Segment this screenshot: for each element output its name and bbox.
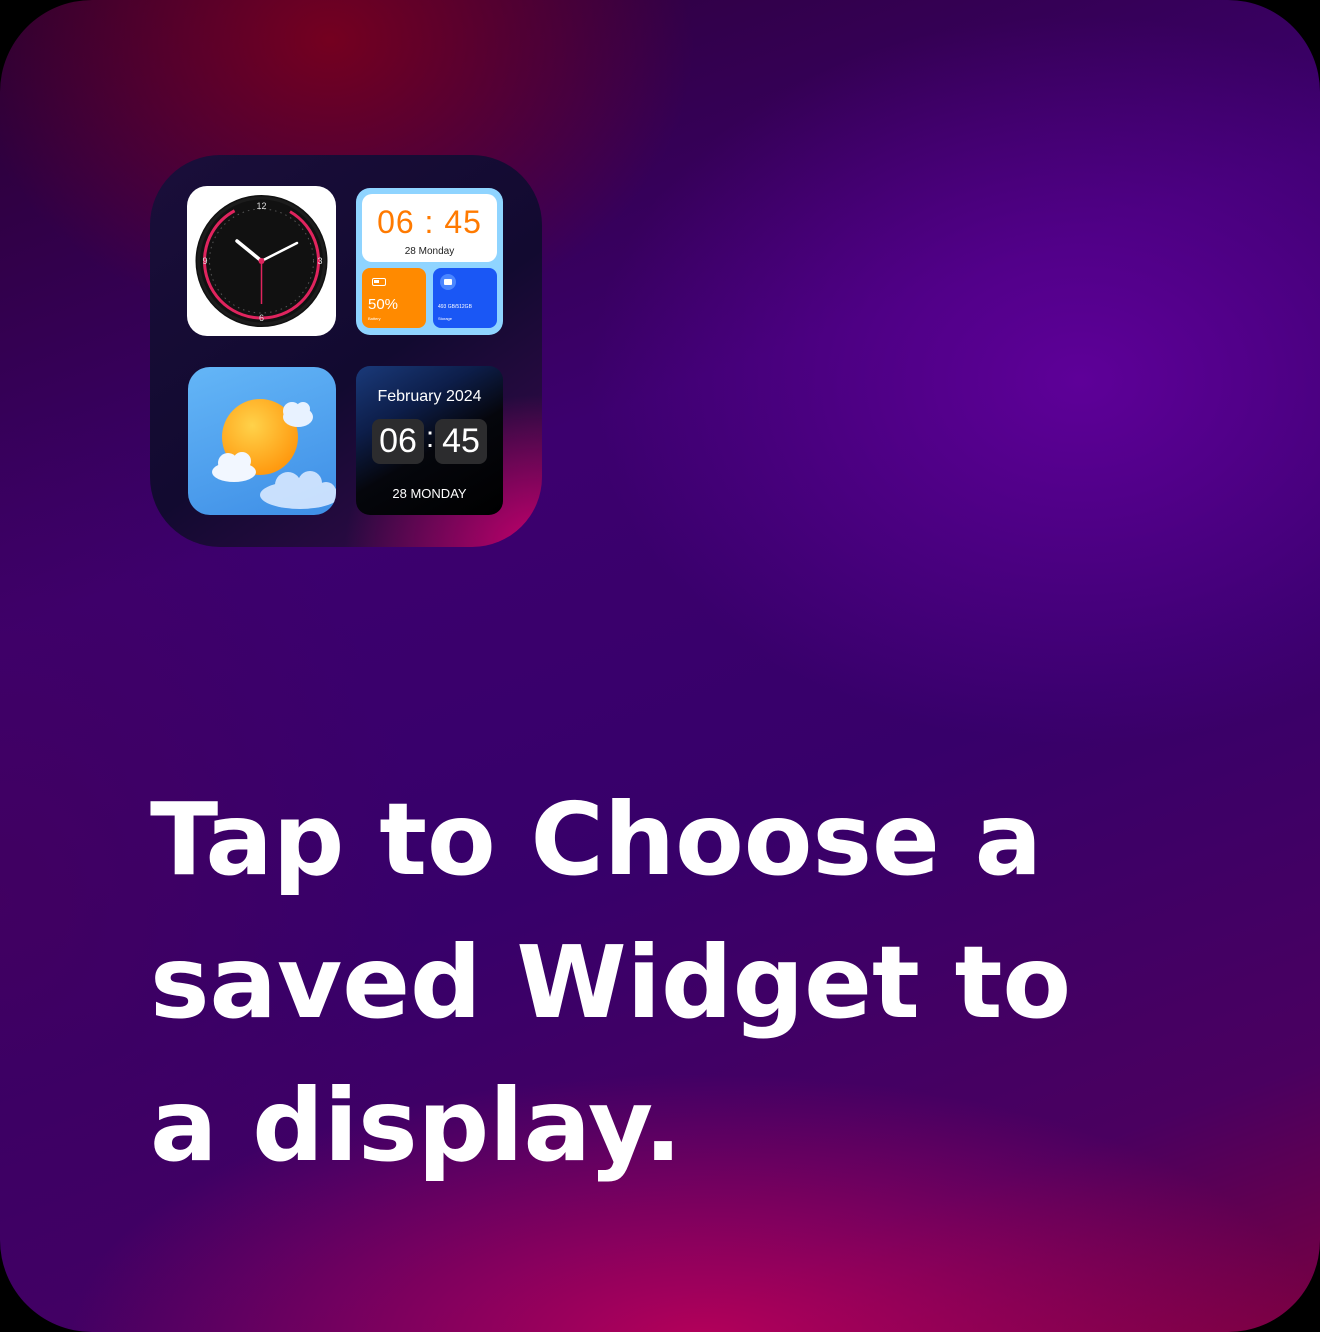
headline: Tap to Choose a saved Widget to a displa… [150, 781, 1072, 1184]
app-icon: 12 3 6 9 06 : 45 28 Monday 50% Battery 4… [150, 155, 542, 547]
weather-widget [188, 367, 336, 515]
digital-time: 06 : 45 [377, 204, 482, 240]
clock-numeral-12: 12 [256, 201, 266, 211]
sun-with-clouds-icon [212, 399, 336, 509]
storage-value: 493 GB/512GB [438, 304, 472, 310]
calendar-hour: 06 [372, 419, 424, 464]
battery-panel: 50% Battery [362, 268, 426, 328]
clock-numeral-3: 3 [317, 256, 322, 266]
analog-clock-widget: 12 3 6 9 [187, 186, 336, 336]
digital-time-widget: 06 : 45 28 Monday 50% Battery 493 GB/512… [356, 188, 503, 335]
onboarding-card: 12 3 6 9 06 : 45 28 Monday 50% Battery 4… [0, 0, 1320, 1332]
calendar-time-separator: : [425, 421, 435, 454]
battery-icon [372, 278, 386, 286]
analog-clock-face-icon: 12 3 6 9 [195, 195, 328, 327]
calendar-clock-widget: February 2024 06 : 45 28 MONDAY [356, 366, 503, 515]
battery-label: Battery [368, 316, 381, 321]
clock-numeral-9: 9 [202, 256, 207, 266]
calendar-day: 28 MONDAY [392, 486, 467, 501]
storage-label: Storage [438, 316, 453, 321]
storage-icon [440, 274, 456, 290]
storage-panel: 493 GB/512GB Storage [433, 268, 497, 328]
battery-percent: 50% [368, 296, 399, 313]
calendar-minute: 45 [435, 419, 487, 464]
digital-date: 28 Monday [404, 246, 455, 257]
calendar-month: February 2024 [377, 388, 482, 405]
clock-numeral-6: 6 [259, 313, 264, 323]
digital-time-panel: 06 : 45 28 Monday [362, 194, 497, 262]
